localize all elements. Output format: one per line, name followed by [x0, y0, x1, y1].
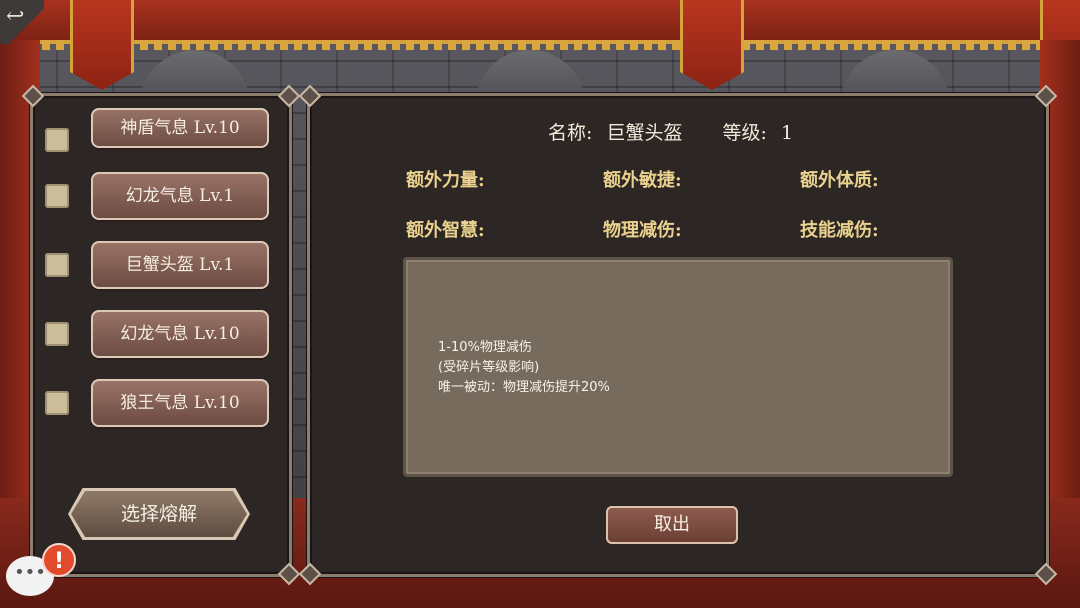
back-arrow-icon: ↩ — [6, 4, 25, 29]
name-label: 名称: — [548, 122, 593, 144]
item-button[interactable]: 幻龙气息 Lv.1 — [91, 172, 269, 220]
list-item: 狼王气息 Lv.10 — [45, 379, 275, 431]
item-level: 1 — [780, 122, 794, 144]
description-box: 1-10%物理减伤 (受碎片等级影响) 唯一被动：物理减伤提升20% — [403, 257, 953, 477]
item-checkbox[interactable] — [45, 322, 69, 346]
item-title-line: 名称: 巨蟹头盔 等级: 1 — [548, 118, 793, 145]
curtain-valance — [0, 0, 1080, 44]
list-item: 神盾气息 Lv.10 — [45, 108, 275, 168]
item-checkbox[interactable] — [45, 128, 69, 152]
stat-extra-strength: 额外力量: — [406, 170, 485, 191]
item-button[interactable]: 幻龙气息 Lv.10 — [91, 310, 269, 358]
stat-extra-constitution: 额外体质: — [800, 170, 879, 191]
item-checkbox[interactable] — [45, 253, 69, 277]
list-item: 幻龙气息 Lv.1 — [45, 172, 275, 224]
back-button[interactable]: ↩ — [0, 0, 44, 44]
item-checkbox[interactable] — [45, 184, 69, 208]
list-item: 巨蟹头盔 Lv.1 — [45, 241, 275, 293]
level-label: 等级: — [722, 122, 767, 144]
item-checkbox[interactable] — [45, 391, 69, 415]
item-detail-panel: 名称: 巨蟹头盔 等级: 1 额外力量: 额外敏捷: 额外体质: 额外智慧: 物… — [298, 93, 1058, 586]
item-button[interactable]: 巨蟹头盔 Lv.1 — [91, 241, 269, 289]
item-button[interactable]: 狼王气息 Lv.10 — [91, 379, 269, 427]
item-button[interactable]: 神盾气息 Lv.10 — [91, 108, 269, 148]
stat-extra-wisdom: 额外智慧: — [406, 220, 485, 241]
banner — [70, 0, 134, 90]
stat-physical-reduction: 物理减伤: — [603, 220, 682, 241]
banner — [680, 0, 744, 90]
stat-skill-reduction: 技能减伤: — [800, 220, 879, 241]
list-item: 幻龙气息 Lv.10 — [45, 310, 275, 362]
item-description: 1-10%物理减伤 (受碎片等级影响) 唯一被动：物理减伤提升20% — [438, 340, 610, 395]
select-fuse-button[interactable]: 选择熔解 — [71, 491, 247, 537]
take-out-button[interactable]: 取出 — [606, 506, 738, 544]
stat-extra-agility: 额外敏捷: — [603, 170, 682, 191]
item-name: 巨蟹头盔 — [606, 122, 683, 144]
alert-icon[interactable]: ! — [42, 543, 76, 577]
item-list-panel: 神盾气息 Lv.10 幻龙气息 Lv.1 巨蟹头盔 Lv.1 幻龙气息 Lv.1… — [21, 93, 301, 586]
curtain-fringe — [0, 40, 1080, 50]
